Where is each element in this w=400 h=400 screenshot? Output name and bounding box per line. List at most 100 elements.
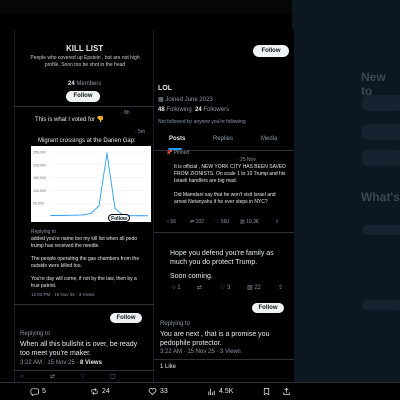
post-text: Migrant crossings at the Darien Gap: <box>38 138 136 144</box>
post-timestamp: · 8h <box>121 110 130 116</box>
divider <box>154 359 294 360</box>
tab-replies[interactable]: Replies <box>213 136 233 142</box>
chart-point <box>106 152 108 154</box>
like-icon[interactable]: ♡ <box>80 373 85 381</box>
repost-count: 24 <box>102 388 110 395</box>
tab-media[interactable]: Media <box>261 136 277 142</box>
divider <box>14 106 154 107</box>
pinned-like-stat[interactable]: ♡ 560 <box>215 219 229 226</box>
bottom-repost[interactable]: 24 <box>90 387 110 396</box>
pinned-row: 📌 Pinned <box>166 150 189 157</box>
like-icon: ♡ <box>220 285 228 291</box>
reply-text: Soon coming. <box>170 273 213 280</box>
bottom-action-bar: 5 24 33 4.5K <box>0 382 400 400</box>
like-stat[interactable]: ♡ 3 <box>220 284 230 292</box>
reply-text: Hope you defend you're family as much yo… <box>170 250 274 266</box>
divider <box>14 304 154 305</box>
bg-heading: New to <box>361 70 386 98</box>
chart-point <box>66 214 68 216</box>
repost-icon <box>91 388 98 395</box>
divider <box>154 232 294 233</box>
reply-icon <box>30 388 39 396</box>
bg-block <box>362 150 400 166</box>
like-count: 33 <box>160 388 168 395</box>
pinned-text: Did Mamdani say that he won't visit Isra… <box>174 192 276 205</box>
following-label[interactable]: Following <box>166 107 191 113</box>
joined-date-row: ▦ Joined June 2023 <box>158 96 213 104</box>
bookmark-icon[interactable]: ▢ <box>110 373 116 381</box>
reply-text: You are next , that is a promise you ped… <box>160 331 270 347</box>
chart-follow-button[interactable]: Follow <box>108 214 130 222</box>
reply-stat[interactable]: ○ 1 <box>172 284 181 292</box>
bottom-like[interactable]: 33 <box>148 387 168 396</box>
views-count: 4.5K <box>219 388 234 395</box>
members-count-row[interactable]: 24 Members <box>68 80 101 88</box>
chart-series-line <box>51 153 147 217</box>
calendar-icon: ▦ <box>158 97 164 103</box>
post-text: This is what I voted for 👎 <box>35 117 105 123</box>
profile-follow-button[interactable]: Follow <box>253 45 289 57</box>
replying-label: Replying to <box>31 229 57 235</box>
list-title: KILL LIST <box>66 44 104 53</box>
share-icon <box>283 387 290 396</box>
chart-y-tick-label: 100,000 <box>33 189 46 193</box>
joined-date: Joined June 2023 <box>165 97 213 103</box>
reply-text: When all this bullshit is over, be ready… <box>20 341 138 357</box>
views-stat[interactable]: ▥ 22 <box>247 284 261 292</box>
repost-count: 102 <box>195 219 204 225</box>
reply-count: 56 <box>170 219 176 225</box>
follow-counts: 48 Following 24 Followers <box>158 106 229 114</box>
chart-y-tick-label: 250,000 <box>33 151 46 155</box>
reply-icon[interactable]: ○ <box>20 373 24 381</box>
list-follow-button[interactable]: Follow <box>66 91 100 102</box>
chart-point <box>90 212 92 215</box>
chart-point <box>58 214 60 217</box>
likes-line[interactable]: 1 Like <box>160 363 176 371</box>
chart-point <box>50 214 52 217</box>
repost-icon[interactable]: ⇄ <box>197 284 202 292</box>
reply-meta: 12:03 PM · 15 Nov 25 · 3 Views <box>31 292 95 297</box>
share-icon[interactable]: ⇪ <box>275 219 279 226</box>
pinned-repost-stat[interactable]: ⇄ 102 <box>190 219 204 226</box>
views-count: 22 <box>254 285 262 291</box>
repost-icon[interactable]: ⇄ <box>50 373 55 381</box>
divider <box>14 370 154 371</box>
members-label: Members <box>76 81 102 87</box>
like-count: 560 <box>220 219 230 225</box>
bottom-bookmark[interactable] <box>262 387 271 396</box>
bottom-share[interactable] <box>282 387 291 396</box>
reply-text: You're day will come, if not by the law,… <box>31 276 137 289</box>
like-count: 3 <box>227 285 231 291</box>
bg-block <box>362 225 400 235</box>
pinned-date: · 25 Nov <box>237 157 256 163</box>
followers-count[interactable]: 24 <box>195 107 202 113</box>
following-count[interactable]: 48 <box>158 107 165 113</box>
reply-meta-time: 3:22 AM · 15 Nov 25 · <box>20 360 81 366</box>
pinned-reply-stat[interactable]: ○ 56 <box>166 219 176 226</box>
share-icon[interactable]: ⇪ <box>278 284 283 292</box>
pinned-views-stat[interactable]: ▥ 10.3K <box>240 219 259 226</box>
post-timestamp: · 5m <box>135 129 145 135</box>
lower-follow-button[interactable]: Follow <box>110 313 142 323</box>
list-description: People who covered up Epstein , but are … <box>30 55 140 68</box>
members-count: 24 <box>68 81 75 87</box>
followers-label[interactable]: Followers <box>203 107 229 113</box>
chart-y-tick-label: 150,000 <box>33 176 46 180</box>
chart-point <box>98 205 100 207</box>
tab-posts[interactable]: Posts <box>169 136 185 142</box>
bottom-reply[interactable]: 5 <box>30 387 46 396</box>
bg-block <box>362 124 400 140</box>
replying-label: Replying to <box>20 331 51 337</box>
chart-point <box>74 214 76 216</box>
chart-image[interactable]: 250,000 200,000 150,000 100,000 50,000 <box>31 146 151 222</box>
pinned-label: Pinned <box>173 150 190 156</box>
bottom-views[interactable]: 4.5K <box>207 387 233 396</box>
reply-meta-views: 8 Views <box>80 360 102 366</box>
views-icon <box>208 388 215 396</box>
views-count: 10.3K <box>246 219 260 225</box>
mid-follow-button[interactable]: Follow <box>252 303 284 313</box>
heart-icon <box>148 388 157 396</box>
bookmark-icon <box>263 387 270 396</box>
pinned-text: It is official , NEW YORK CITY HAS BEEN … <box>174 164 286 184</box>
reply-meta: 3:22 AM · 15 Nov 25 · 8 Views <box>20 359 102 367</box>
